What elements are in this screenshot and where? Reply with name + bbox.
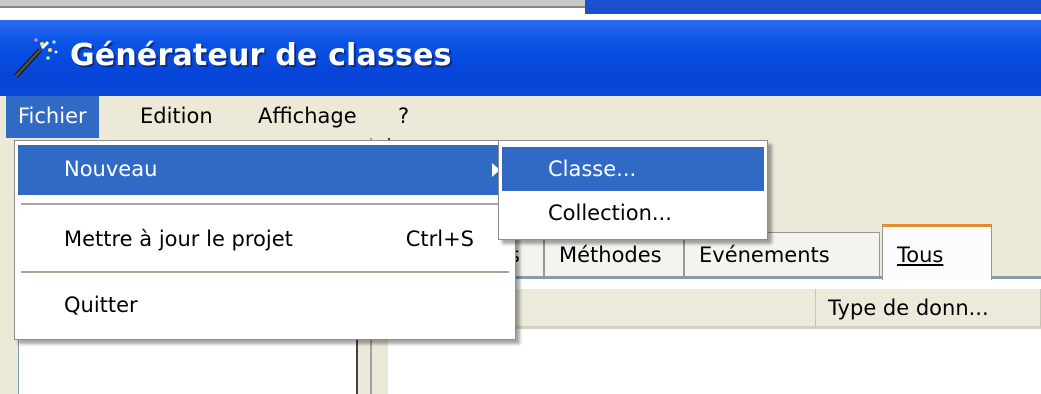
menu-item-mettre-a-jour-label: Mettre à jour le projet bbox=[64, 227, 293, 251]
menu-item-nouveau-label: Nouveau bbox=[64, 157, 158, 181]
menu-item-quitter[interactable]: Quitter bbox=[18, 281, 512, 331]
menu-separator bbox=[21, 271, 509, 273]
menu-item-nouveau[interactable]: Nouveau bbox=[18, 145, 512, 195]
menu-item-shortcut: Ctrl+S bbox=[405, 227, 474, 251]
tab-tous-label: Tous bbox=[897, 243, 944, 267]
column-header-type[interactable]: Type de donn... bbox=[816, 289, 1041, 329]
menu-item-classe[interactable]: Classe... bbox=[502, 147, 764, 191]
background-titlebar-fragment bbox=[585, 0, 1041, 14]
menu-affichage[interactable]: Affichage bbox=[246, 96, 369, 138]
menubar: Fichier Edition Affichage ? bbox=[0, 96, 1041, 138]
menu-item-mettre-a-jour[interactable]: Mettre à jour le projet Ctrl+S bbox=[18, 215, 512, 265]
window-titlebar[interactable]: Générateur de classes bbox=[0, 20, 1041, 96]
menu-fichier[interactable]: Fichier bbox=[6, 96, 99, 138]
desktop-strip bbox=[0, 0, 1041, 22]
menu-edition[interactable]: Edition bbox=[128, 96, 225, 138]
file-menu: Nouveau Mettre à jour le projet Ctrl+S Q… bbox=[14, 140, 516, 340]
menu-separator bbox=[21, 203, 509, 205]
background-window-edge bbox=[0, 0, 585, 8]
magic-wand-icon bbox=[14, 38, 58, 78]
new-submenu: Classe... Collection... bbox=[498, 140, 768, 240]
window-title: Générateur de classes bbox=[70, 38, 452, 73]
menu-help[interactable]: ? bbox=[386, 96, 421, 138]
tab-tous[interactable]: Tous bbox=[882, 224, 992, 280]
menu-item-collection[interactable]: Collection... bbox=[502, 191, 764, 235]
